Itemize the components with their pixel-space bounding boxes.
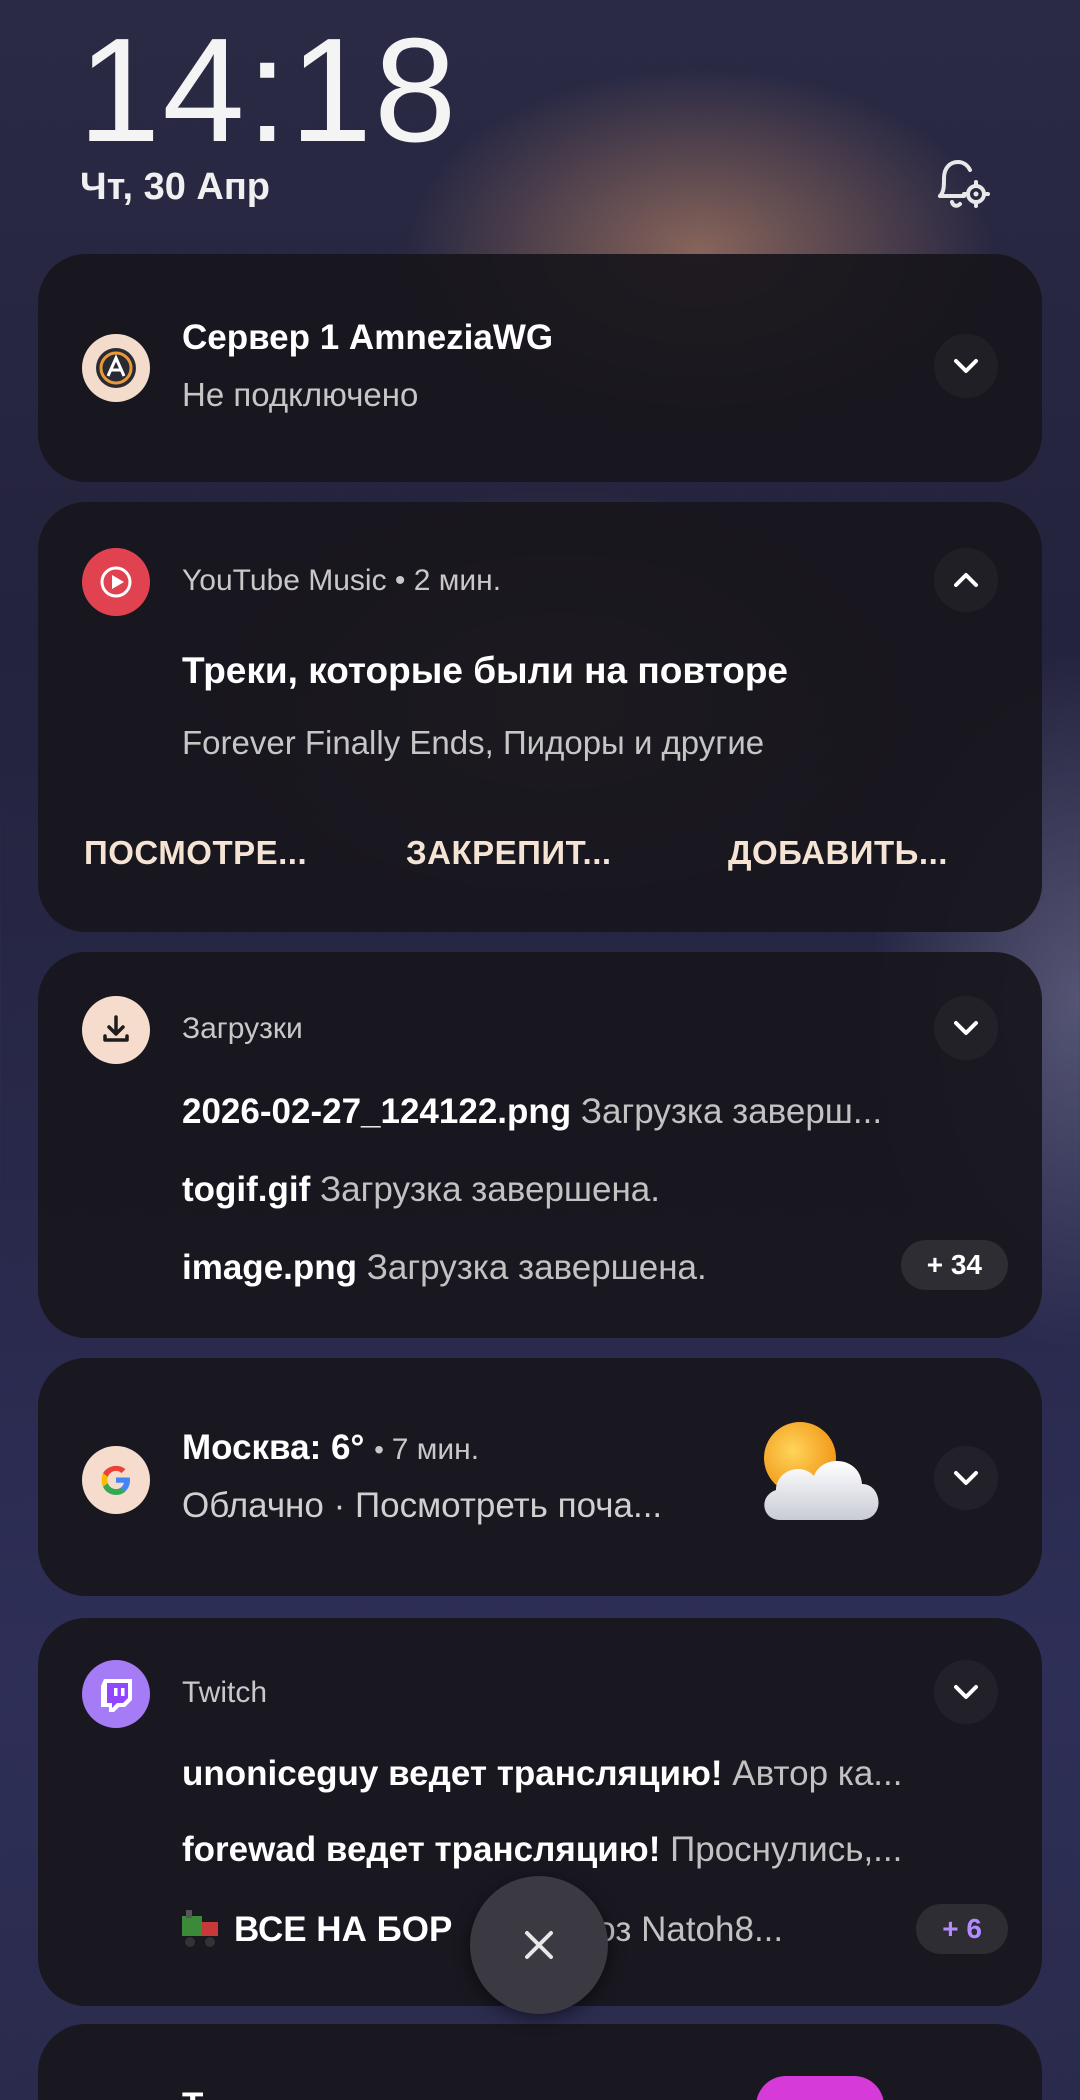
collapse-button[interactable] [934, 548, 998, 612]
downloads-notification[interactable]: Загрузки 2026-02-27_124122.png Загрузка … [38, 952, 1042, 1338]
google-icon [82, 1446, 150, 1514]
lock-clock: 14:18 [78, 8, 459, 173]
chevron-down-icon [954, 1021, 978, 1035]
vpn-status: Не подключено [182, 376, 419, 413]
file-name: 2026-02-27_124122.png [182, 1092, 572, 1131]
downloads-app-name: Загрузки [182, 1012, 303, 1045]
file-status: Загрузка заверш... [580, 1092, 883, 1131]
weather-header: Москва: 6° • 7 мин. [182, 1428, 479, 1468]
notification-time: 7 мин. [391, 1433, 480, 1466]
twitch-item: forewad ведет трансляцию! Проснулись,... [182, 1830, 1032, 1870]
twitch-icon [82, 1660, 150, 1728]
amneziawg-icon [82, 334, 150, 402]
weather-title: Москва: 6° [182, 1428, 365, 1467]
app-name: YouTube Music [182, 564, 387, 597]
download-icon [82, 996, 150, 1064]
close-icon [525, 1931, 553, 1959]
vpn-notification[interactable]: Сервер 1 AmneziaWG Не подключено [38, 254, 1042, 482]
more-count-badge[interactable]: + 34 [900, 1240, 1008, 1290]
weather-text: Облачно · Посмотреть поча... [182, 1486, 663, 1525]
chevron-down-icon [954, 1471, 978, 1485]
separator: • [394, 564, 414, 597]
youtube-music-notification[interactable]: YouTube Music • 2 мин. Треки, которые бы… [38, 502, 1042, 932]
twitch-item: unoniceguy ведет трансляцию! Автор ка... [182, 1754, 1032, 1794]
twitch-app-name: Twitch [182, 1676, 268, 1709]
next-title: Т [182, 2086, 203, 2100]
next-notification[interactable]: Т [38, 2024, 1042, 2100]
download-item: image.png Загрузка завершена. [182, 1248, 882, 1288]
cloudy-weather-icon [750, 1410, 890, 1530]
action-pin[interactable]: ЗАКРЕПИТ... [406, 834, 612, 872]
youtube-title: Треки, которые были на повторе [182, 650, 789, 691]
clear-all-button[interactable] [470, 1876, 608, 2014]
stream-title: forewad ведет трансляцию! [182, 1830, 661, 1869]
expand-button[interactable] [934, 996, 998, 1060]
chevron-up-icon [954, 573, 978, 587]
file-name: togif.gif [182, 1170, 311, 1209]
more-count-badge[interactable]: + 6 [916, 1904, 1008, 1954]
stream-title: ВСЕ НА БОР [234, 1910, 453, 1949]
vpn-title: Сервер 1 AmneziaWG [182, 318, 554, 357]
expand-button[interactable] [934, 334, 998, 398]
youtube-header: YouTube Music • 2 мин. [182, 564, 501, 598]
alarm-settings-icon[interactable] [930, 152, 994, 216]
notification-time: 2 мин. [413, 564, 502, 597]
download-item: 2026-02-27_124122.png Загрузка заверш... [182, 1092, 1032, 1132]
download-item: togif.gif Загрузка завершена. [182, 1170, 1032, 1210]
action-view[interactable]: ПОСМОТРЕ... [84, 834, 307, 872]
stream-text: Проснулись,... [670, 1830, 903, 1869]
chevron-down-icon [954, 1685, 978, 1699]
weather-notification[interactable]: Москва: 6° • 7 мин. Облачно · Посмотреть… [38, 1358, 1042, 1596]
expand-button[interactable] [934, 1446, 998, 1510]
youtube-text: Forever Finally Ends, Пидоры и другие [182, 724, 765, 761]
youtube-music-icon [82, 548, 150, 616]
train-emoji-icon [182, 1910, 224, 1950]
next-action-button[interactable] [756, 2076, 884, 2100]
stream-text: Автор ка... [732, 1754, 903, 1793]
file-status: Загрузка завершена. [366, 1248, 707, 1287]
file-status: Загрузка завершена. [320, 1170, 660, 1209]
file-name: image.png [182, 1248, 358, 1287]
stream-title: unoniceguy ведет трансляцию! [182, 1754, 723, 1793]
chevron-down-icon [954, 359, 978, 373]
action-add[interactable]: ДОБАВИТЬ... [728, 834, 948, 872]
lock-date: Чт, 30 Апр [80, 166, 270, 208]
expand-button[interactable] [934, 1660, 998, 1724]
separator: • [374, 1434, 392, 1465]
